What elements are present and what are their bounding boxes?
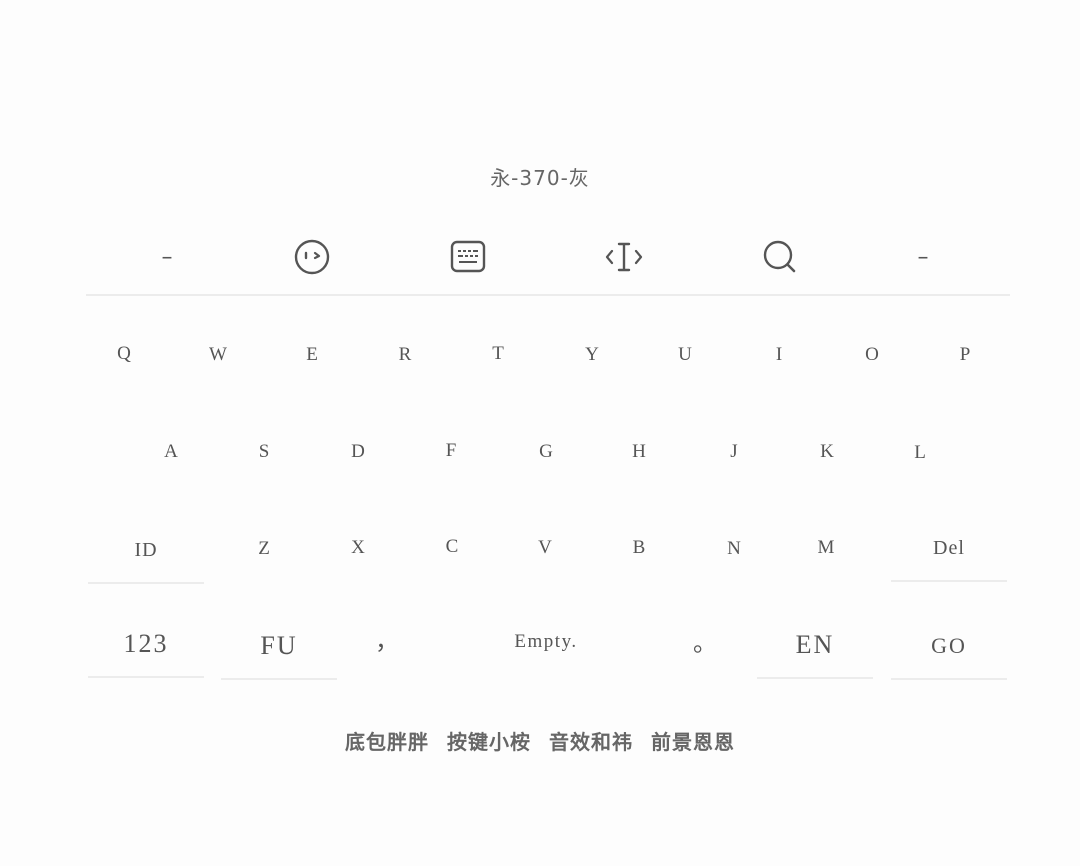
- key-z[interactable]: Z: [234, 529, 294, 569]
- key-e[interactable]: E: [282, 335, 342, 375]
- period-key[interactable]: 。: [680, 612, 730, 676]
- language-key[interactable]: EN: [757, 613, 873, 679]
- key-a[interactable]: A: [141, 432, 201, 472]
- credit-item: 底包胖胖: [345, 730, 430, 754]
- key-j[interactable]: J: [704, 432, 764, 472]
- key-s[interactable]: S: [234, 432, 294, 472]
- key-l[interactable]: L: [890, 433, 950, 473]
- emoji-button[interactable]: [282, 230, 342, 284]
- key-k[interactable]: K: [797, 432, 857, 472]
- dash-label: –: [917, 244, 929, 270]
- toolbar-right-dash[interactable]: –: [893, 230, 953, 284]
- key-m[interactable]: M: [796, 528, 856, 568]
- cursor-move-button[interactable]: [594, 230, 654, 284]
- keyboard-toolbar: – –: [86, 230, 1010, 284]
- key-x[interactable]: X: [328, 528, 388, 568]
- comma-key[interactable]: ，: [362, 610, 412, 674]
- key-q[interactable]: Q: [94, 334, 154, 374]
- key-c[interactable]: C: [422, 527, 482, 567]
- id-key[interactable]: ID: [88, 518, 204, 584]
- numbers-key[interactable]: 123: [88, 612, 204, 678]
- key-g[interactable]: G: [516, 432, 576, 472]
- key-d[interactable]: D: [328, 432, 388, 472]
- credit-item: 音效和祎: [548, 730, 633, 754]
- go-key[interactable]: GO: [891, 614, 1007, 680]
- key-n[interactable]: N: [704, 529, 764, 569]
- toolbar-left-dash[interactable]: –: [137, 230, 197, 284]
- space-key[interactable]: Empty.: [430, 610, 662, 674]
- keyboard-icon: [450, 240, 486, 273]
- credits-footer: 底包胖胖 按键小桉 音效和祎 前景恩恩: [0, 726, 1080, 755]
- fu-key[interactable]: FU: [221, 614, 337, 680]
- key-u[interactable]: U: [655, 335, 715, 375]
- key-t[interactable]: T: [468, 334, 528, 374]
- key-f[interactable]: F: [421, 431, 481, 471]
- key-v[interactable]: V: [515, 528, 575, 568]
- text-cursor-icon: [605, 242, 643, 272]
- key-p[interactable]: P: [935, 335, 995, 375]
- key-i[interactable]: I: [749, 335, 809, 375]
- key-r[interactable]: R: [375, 335, 435, 375]
- key-h[interactable]: H: [609, 432, 669, 472]
- emoji-face-icon: [294, 239, 330, 275]
- key-o[interactable]: O: [842, 335, 902, 375]
- search-button[interactable]: [750, 230, 810, 284]
- dash-label: –: [161, 244, 173, 270]
- credit-item: 按键小桉: [447, 730, 532, 754]
- keyboard-switch-button[interactable]: [438, 230, 498, 284]
- toolbar-divider: [86, 294, 1010, 296]
- search-icon: [763, 240, 796, 273]
- key-b[interactable]: B: [609, 528, 669, 568]
- key-y[interactable]: Y: [562, 335, 622, 375]
- keyboard-theme-title: 永-370-灰: [490, 166, 590, 190]
- key-w[interactable]: W: [188, 335, 248, 375]
- credit-item: 前景恩恩: [650, 730, 735, 754]
- delete-key[interactable]: Del: [891, 516, 1007, 582]
